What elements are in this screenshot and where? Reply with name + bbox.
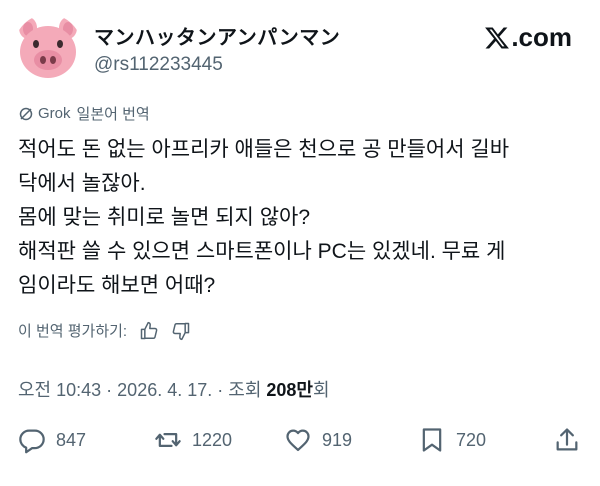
- like-count: 919: [322, 429, 353, 450]
- translation-info: Grok 일본어 번역: [18, 103, 150, 124]
- like-button[interactable]: 919: [284, 425, 352, 455]
- repost-count: 1220: [192, 429, 233, 450]
- reply-count: 847: [56, 429, 87, 450]
- brand-text: .com: [511, 22, 572, 52]
- tweet-header: マンハッタンアンパンマン @rs112233445 .com: [0, 0, 600, 90]
- tweet-meta: 오전 10:43 · 2026. 4. 17. · 조회 208만회: [18, 376, 330, 402]
- x-brand: .com: [484, 22, 572, 53]
- thumbs-up-icon[interactable]: [139, 321, 159, 341]
- grok-icon: [18, 106, 34, 122]
- views-prefix: 조회: [228, 380, 267, 400]
- user-handle[interactable]: @rs112233445: [94, 54, 223, 76]
- tweet-line: 적어도 돈 없는 아프리카 애들은 천으로 공 만들어서 길바: [18, 138, 510, 161]
- tweet-line: 몸에 맞는 취미로 놀면 되지 않아?: [18, 206, 311, 229]
- avatar[interactable]: [14, 14, 82, 82]
- pig-face-icon: [19, 17, 77, 78]
- x-logo-icon: [484, 25, 510, 51]
- tweet-line: 해적판 쓸 수 있으면 스마트폰이나 PC는 있겠네. 무료 게: [18, 240, 506, 263]
- post-date[interactable]: 2026. 4. 17.: [117, 380, 212, 400]
- rate-translation: 이 번역 평가하기:: [18, 320, 191, 341]
- share-button[interactable]: [553, 425, 581, 455]
- post-time[interactable]: 오전 10:43: [18, 380, 101, 400]
- share-icon: [556, 428, 578, 451]
- tweet-text: 적어도 돈 없는 아프리카 애들은 천으로 공 만들어서 길바 닥에서 놀잖아.…: [18, 133, 590, 303]
- reply-button[interactable]: 847: [18, 425, 86, 455]
- translation-label: 일본어 번역: [76, 106, 150, 123]
- reply-icon: [19, 429, 45, 454]
- bookmark-icon: [422, 428, 442, 452]
- meta-separator: ·: [212, 380, 229, 400]
- display-name[interactable]: マンハッタンアンパンマン: [94, 21, 340, 50]
- views-count: 208만: [266, 380, 313, 400]
- tweet-line: 임이라도 해보면 어때?: [18, 274, 216, 297]
- repost-icon: [155, 433, 181, 447]
- rate-label: 이 번역 평가하기:: [18, 323, 128, 340]
- thumbs-down-icon[interactable]: [171, 321, 191, 341]
- translation-source: Grok: [38, 105, 71, 122]
- meta-separator: ·: [101, 380, 118, 400]
- bookmark-button[interactable]: 720: [418, 425, 486, 455]
- repost-button[interactable]: 1220: [154, 425, 232, 455]
- heart-icon: [286, 429, 310, 452]
- views-suffix: 회: [312, 380, 330, 400]
- bookmark-count: 720: [456, 429, 487, 450]
- tweet-actions: 847 1220 919 720: [18, 425, 586, 455]
- tweet-line: 닥에서 놀잖아.: [18, 172, 146, 195]
